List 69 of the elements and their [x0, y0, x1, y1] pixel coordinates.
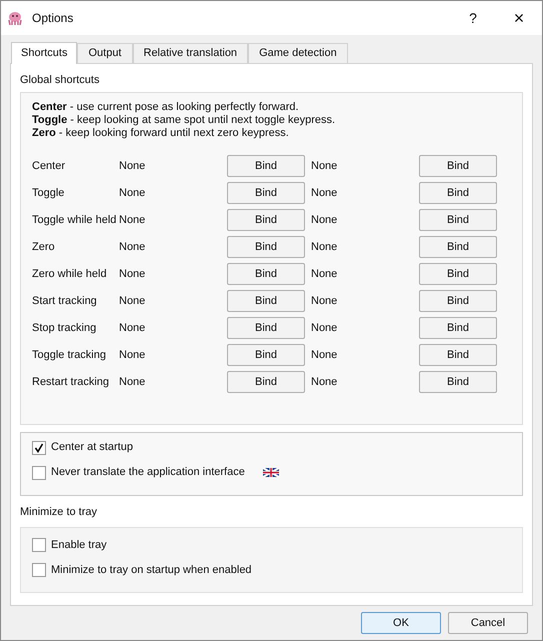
bind-button[interactable]: Bind [227, 236, 305, 258]
checkbox-label: Center at startup [51, 440, 133, 456]
shortcut-label: Toggle [32, 186, 66, 201]
key-binding: None [119, 348, 146, 363]
checkbox-label: Minimize to tray on startup when enabled [51, 562, 252, 578]
key-binding: None [311, 320, 338, 336]
key-binding: None [119, 158, 146, 174]
key-binding: None [311, 240, 338, 255]
key-binding: None [119, 240, 146, 255]
bind-button[interactable]: Bind [227, 182, 305, 204]
description-line: Zero - keep looking forward until next zero keypress. [32, 127, 290, 140]
key-binding: None [119, 374, 146, 390]
description-line: Center - use current pose as looking perfectly forward. [32, 101, 300, 114]
checkbox[interactable] [32, 538, 46, 552]
shortcut-label: Restart tracking [32, 374, 110, 390]
description-line: Toggle - keep looking at same spot until next toggle keypress. [32, 114, 336, 127]
group-title: Minimize to tray [20, 505, 98, 520]
key-binding: None [311, 212, 338, 228]
bind-button[interactable]: Bind [419, 209, 497, 231]
bind-button[interactable]: Bind [419, 344, 497, 366]
tab[interactable]: Output [77, 43, 132, 63]
key-binding: None [311, 186, 338, 201]
tab[interactable]: Shortcuts [11, 42, 78, 64]
shortcut-label: Center [32, 158, 66, 174]
shortcut-label: Zero while held [32, 266, 108, 282]
bind-button[interactable]: Bind [419, 317, 497, 339]
key-binding: None [119, 266, 146, 282]
key-binding: None [311, 266, 338, 282]
shortcut-label: Toggle tracking [32, 348, 107, 363]
group-title: Global shortcuts [20, 73, 100, 86]
checkbox[interactable] [32, 563, 46, 577]
window-title: Options [32, 10, 74, 27]
key-binding: None [119, 320, 146, 336]
key-binding: None [311, 158, 338, 174]
dialog-button[interactable]: Cancel [448, 612, 528, 634]
close-button[interactable]: × [496, 1, 542, 35]
bind-button[interactable]: Bind [227, 209, 305, 231]
bind-button[interactable]: Bind [419, 236, 497, 258]
bind-button[interactable]: Bind [419, 182, 497, 204]
shortcut-label: Start tracking [32, 294, 98, 309]
bind-button[interactable]: Bind [419, 263, 497, 285]
bind-button[interactable]: Bind [227, 371, 305, 393]
key-binding: None [311, 294, 338, 309]
checkbox[interactable] [32, 466, 46, 480]
checkbox-label: Never translate the application interface [51, 465, 245, 480]
checkbox-label: Enable tray [51, 538, 107, 553]
tab[interactable]: Relative translation [132, 43, 248, 63]
dialog-button[interactable]: OK [361, 612, 441, 634]
bind-button[interactable]: Bind [227, 155, 305, 177]
bind-button[interactable]: Bind [419, 290, 497, 312]
bind-button[interactable]: Bind [419, 371, 497, 393]
bind-button[interactable]: Bind [227, 344, 305, 366]
key-binding: None [119, 294, 146, 309]
key-binding: None [311, 348, 338, 363]
bind-button[interactable]: Bind [419, 155, 497, 177]
checkbox[interactable] [32, 440, 46, 454]
bind-button[interactable]: Bind [227, 263, 305, 285]
key-binding: None [119, 212, 146, 228]
help-button[interactable]: ? [450, 1, 496, 35]
tab[interactable]: Game detection [248, 43, 348, 63]
shortcut-label: Zero [32, 240, 56, 255]
flag-icon [262, 468, 279, 477]
shortcut-label: Toggle while held [32, 212, 118, 228]
bind-button[interactable]: Bind [227, 317, 305, 339]
key-binding: None [119, 186, 146, 201]
shortcut-label: Stop tracking [32, 320, 98, 336]
bind-button[interactable]: Bind [227, 290, 305, 312]
key-binding: None [311, 374, 338, 390]
app-icon [7, 10, 23, 26]
